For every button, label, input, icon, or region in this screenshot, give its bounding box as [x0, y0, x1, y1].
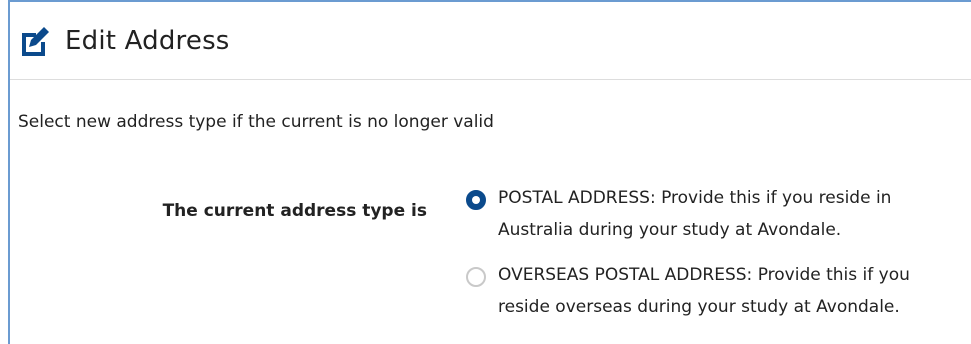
radio-button-overseas-postal-address[interactable]: [466, 267, 486, 287]
edit-square-icon: [17, 23, 53, 59]
address-type-label: The current address type is: [162, 201, 427, 221]
edit-address-panel: Edit Address Select new address type if …: [8, 0, 971, 344]
radio-button-postal-address[interactable]: [466, 190, 486, 210]
radio-option-overseas-postal-address[interactable]: OVERSEAS POSTAL ADDRESS: Provide this if…: [466, 259, 966, 323]
panel-header: Edit Address: [10, 2, 971, 80]
radio-option-postal-address[interactable]: POSTAL ADDRESS: Provide this if you resi…: [466, 182, 966, 246]
radio-label-overseas-postal-address: OVERSEAS POSTAL ADDRESS: Provide this if…: [498, 265, 910, 317]
panel-title: Edit Address: [65, 25, 230, 56]
address-type-radio-group: POSTAL ADDRESS: Provide this if you resi…: [466, 182, 966, 336]
instructions-text: Select new address type if the current i…: [18, 112, 494, 132]
radio-label-postal-address: POSTAL ADDRESS: Provide this if you resi…: [498, 188, 892, 240]
